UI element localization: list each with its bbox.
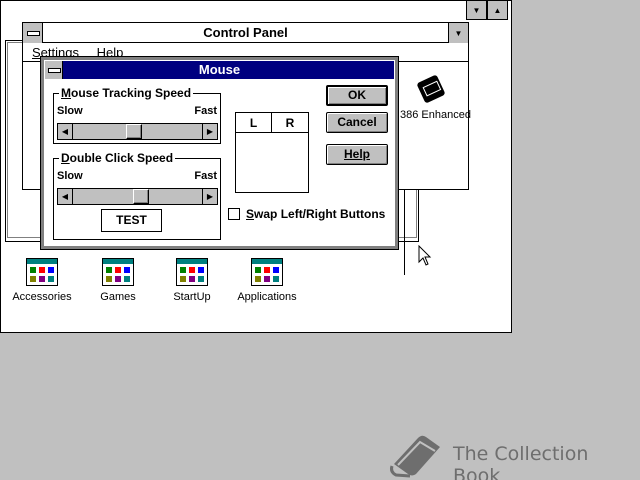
left-button-indicator: L	[236, 113, 272, 133]
group-icon-applications[interactable]: Applications	[227, 258, 307, 303]
fast-label: Fast	[194, 170, 217, 182]
cancel-button[interactable]: Cancel	[326, 112, 388, 133]
program-group-icon	[26, 258, 58, 286]
double-click-speed-slider[interactable]: ◀ ▶	[57, 188, 218, 205]
dialog-title: Mouse	[198, 62, 241, 77]
group-icon-accessories[interactable]: Accessories	[2, 258, 82, 303]
slider-thumb[interactable]	[126, 124, 142, 139]
window-title: Control Panel	[203, 25, 288, 40]
control-panel-title-bar[interactable]: Control Panel	[23, 23, 468, 43]
mouse-buttons-diagram: L R	[235, 112, 309, 193]
left-arrow-icon[interactable]: ◀	[58, 124, 73, 139]
group-label: StartUp	[173, 291, 211, 303]
minimize-arrow-icon[interactable]: ▼	[448, 23, 468, 43]
program-group-icon	[176, 258, 208, 286]
right-arrow-icon[interactable]: ▶	[202, 124, 217, 139]
mouse-pointer-icon	[418, 245, 432, 266]
program-group-icon	[102, 258, 134, 286]
maximize-button[interactable]: ▲	[487, 0, 508, 20]
group-title: Double Click Speed	[59, 151, 176, 165]
mouse-dialog: Mouse Mouse Tracking Speed Slow Fast ◀ ▶…	[40, 56, 399, 250]
system-menu-icon[interactable]	[45, 61, 63, 79]
fast-label: Fast	[194, 105, 217, 117]
slow-label: Slow	[57, 105, 83, 117]
group-label: Games	[100, 291, 136, 303]
swap-buttons-label[interactable]: Swap Left/Right Buttons	[246, 207, 385, 221]
help-button[interactable]: Help	[326, 144, 388, 165]
icon-label-386-enhanced[interactable]: 386 Enhanced	[400, 109, 471, 121]
swap-buttons-checkbox[interactable]	[228, 208, 240, 220]
book-logo-icon	[390, 435, 440, 478]
slider-thumb[interactable]	[133, 189, 149, 204]
right-button-indicator: R	[272, 113, 308, 133]
dialog-body: Mouse Tracking Speed Slow Fast ◀ ▶ Doubl…	[45, 79, 394, 245]
group-label: Accessories	[12, 291, 72, 303]
left-arrow-icon[interactable]: ◀	[58, 189, 73, 204]
right-arrow-icon[interactable]: ▶	[202, 189, 217, 204]
group-icon-games[interactable]: Games	[78, 258, 158, 303]
system-menu-icon[interactable]	[23, 23, 43, 43]
mouse-dialog-title-bar[interactable]: Mouse	[45, 61, 394, 79]
group-title: Mouse Tracking Speed	[59, 86, 194, 100]
slow-label: Slow	[57, 170, 83, 182]
program-group-icon	[251, 258, 283, 286]
group-icon-startup[interactable]: StartUp	[152, 258, 232, 303]
minimize-button[interactable]: ▼	[466, 0, 487, 20]
tracking-speed-group: Mouse Tracking Speed Slow Fast ◀ ▶	[53, 86, 221, 144]
tracking-speed-slider[interactable]: ◀ ▶	[57, 123, 218, 140]
ok-button[interactable]: OK	[326, 85, 388, 106]
test-area[interactable]: TEST	[101, 209, 162, 232]
watermark-text: The Collection Book	[453, 443, 589, 480]
group-label: Applications	[237, 291, 297, 303]
